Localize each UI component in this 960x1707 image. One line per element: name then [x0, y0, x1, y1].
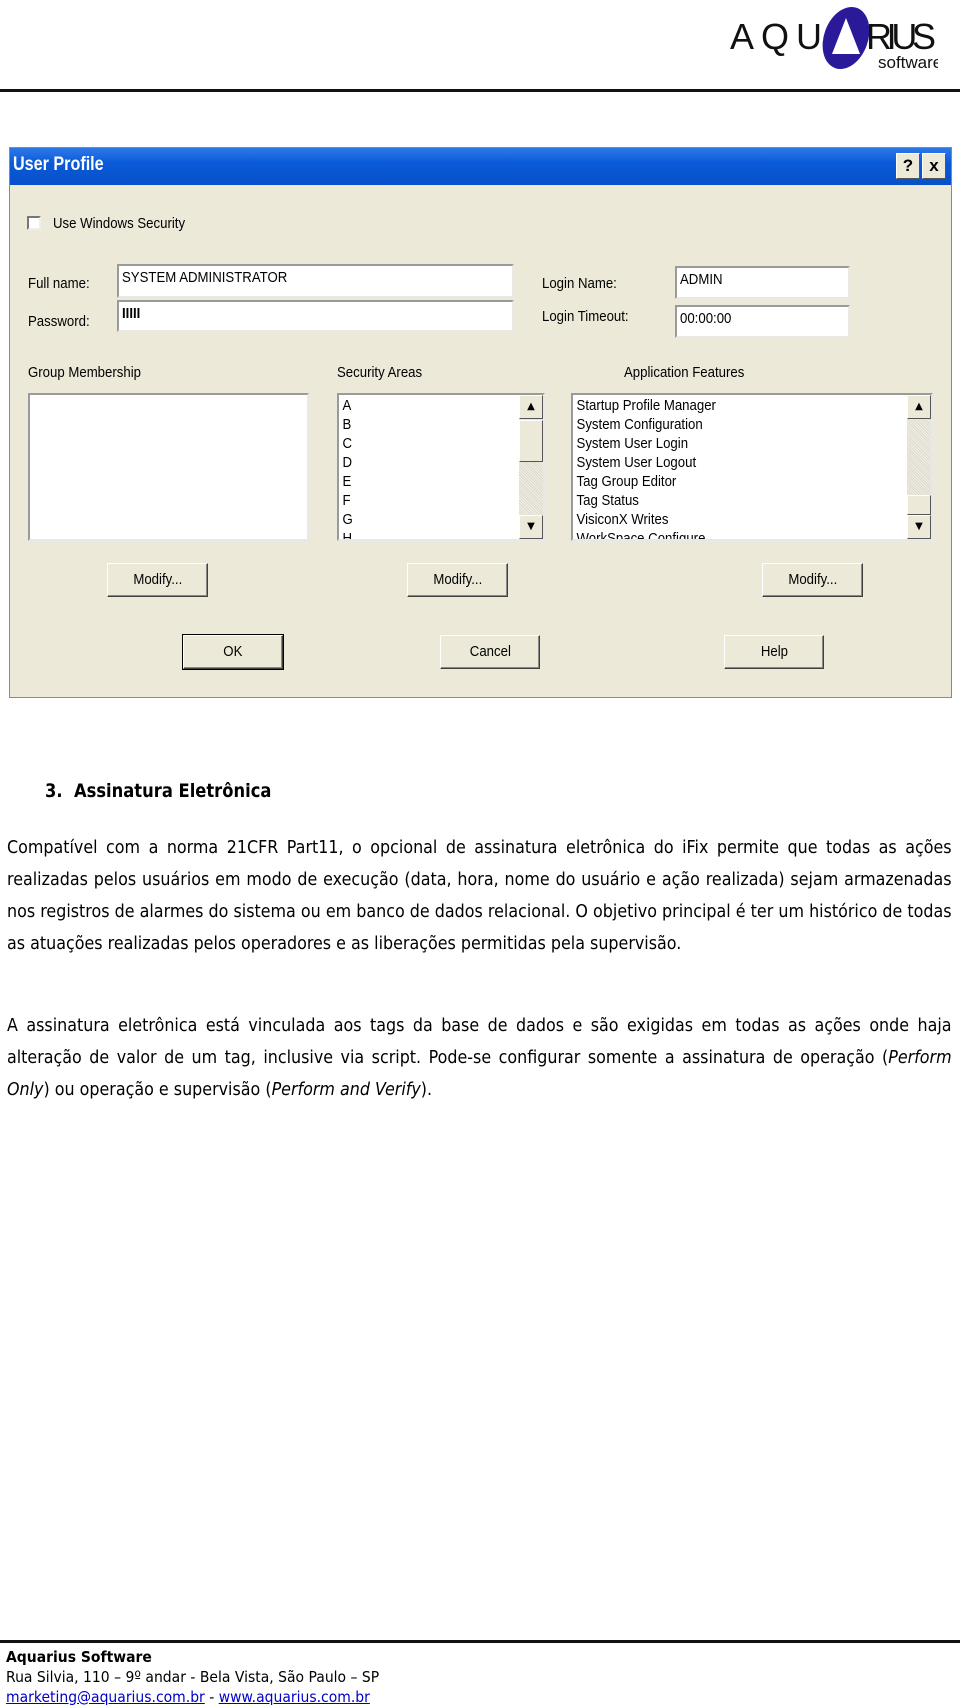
- login-timeout-input[interactable]: 00:00:00: [675, 305, 850, 338]
- security-areas-list[interactable]: ABCDEFGH ▲ ▼: [337, 393, 545, 541]
- footer-divider: [0, 1640, 960, 1643]
- aquarius-logo: AQU RIUS software: [730, 7, 938, 72]
- separator: -: [204, 1688, 219, 1706]
- login-name-value: ADMIN: [680, 271, 723, 288]
- full-name-input[interactable]: SYSTEM ADMINISTRATOR: [117, 264, 514, 298]
- login-timeout-label: Login Timeout:: [542, 308, 629, 325]
- dialog-titlebar: User Profile ? x: [10, 148, 951, 185]
- application-features-scrollbar[interactable]: ▲ ▼: [907, 395, 931, 539]
- login-name-input[interactable]: ADMIN: [675, 266, 850, 299]
- modify-label: Modify...: [433, 571, 482, 588]
- p2-text: A assinatura eletrônica está vinculada a…: [7, 1016, 952, 1068]
- list-item[interactable]: System User Logout: [573, 454, 888, 473]
- modify-group-button[interactable]: Modify...: [107, 563, 208, 597]
- footer: Aquarius Software Rua Silvia, 110 – 9º a…: [6, 1647, 379, 1707]
- modify-label: Modify...: [788, 571, 837, 588]
- list-item[interactable]: Tag Status: [573, 492, 888, 511]
- password-value: IIIII: [122, 305, 141, 322]
- login-timeout-value: 00:00:00: [680, 310, 732, 327]
- full-name-value: SYSTEM ADMINISTRATOR: [122, 269, 288, 286]
- svg-text:AQU: AQU: [730, 16, 822, 57]
- paragraph-2: A assinatura eletrônica está vinculada a…: [7, 1010, 952, 1106]
- list-item[interactable]: D: [339, 454, 519, 473]
- list-item[interactable]: E: [339, 473, 519, 492]
- modify-features-button[interactable]: Modify...: [762, 563, 863, 597]
- password-input[interactable]: IIIII: [117, 300, 514, 332]
- paragraph-1: Compatível com a norma 21CFR Part11, o o…: [7, 838, 952, 954]
- footer-address: Rua Silvia, 110 – 9º andar - Bela Vista,…: [6, 1668, 380, 1686]
- scroll-thumb[interactable]: [907, 495, 931, 515]
- svg-text:RIUS: RIUS: [866, 16, 936, 57]
- group-membership-label: Group Membership: [28, 364, 141, 381]
- scroll-up-icon[interactable]: ▲: [907, 395, 931, 419]
- p2-text: ) ou operação e supervisão (: [43, 1080, 272, 1100]
- list-item[interactable]: Startup Profile Manager: [573, 397, 888, 416]
- help-label: Help: [760, 643, 788, 660]
- scroll-down-icon[interactable]: ▼: [519, 515, 543, 539]
- security-areas-scrollbar[interactable]: ▲ ▼: [519, 395, 543, 539]
- application-features-list[interactable]: Startup Profile Manager System Configurat…: [571, 393, 933, 541]
- list-item[interactable]: G: [339, 511, 519, 530]
- scroll-thumb[interactable]: [519, 420, 543, 462]
- list-item[interactable]: H: [339, 530, 519, 539]
- list-item[interactable]: System Configuration: [573, 416, 888, 435]
- full-name-label: Full name:: [28, 275, 90, 292]
- application-features-label: Application Features: [624, 364, 745, 381]
- help-button[interactable]: Help: [724, 635, 824, 669]
- scroll-up-icon[interactable]: ▲: [519, 395, 543, 419]
- list-item[interactable]: B: [339, 416, 519, 435]
- dialog-title: User Profile: [13, 154, 104, 175]
- list-item[interactable]: WorkSpace Configure: [573, 530, 888, 539]
- email-link[interactable]: marketing@aquarius.com.br: [6, 1688, 205, 1706]
- modify-security-button[interactable]: Modify...: [407, 563, 508, 597]
- ok-button[interactable]: OK: [182, 634, 284, 670]
- group-membership-list[interactable]: [28, 393, 309, 541]
- footer-company: Aquarius Software: [6, 1648, 152, 1666]
- scroll-down-icon[interactable]: ▼: [907, 515, 931, 539]
- use-windows-security-label: Use Windows Security: [53, 215, 186, 232]
- login-name-label: Login Name:: [542, 275, 617, 292]
- modify-label: Modify...: [133, 571, 182, 588]
- ok-label: OK: [223, 643, 243, 660]
- use-windows-security-checkbox[interactable]: [27, 216, 41, 230]
- cancel-button[interactable]: Cancel: [440, 635, 540, 669]
- p2-text: ).: [420, 1080, 433, 1100]
- close-button[interactable]: x: [922, 153, 946, 179]
- website-link[interactable]: www.aquarius.com.br: [219, 1688, 370, 1706]
- security-areas-label: Security Areas: [337, 364, 423, 381]
- header-divider: [0, 89, 960, 92]
- list-item[interactable]: F: [339, 492, 519, 511]
- help-title-button[interactable]: ?: [896, 153, 920, 179]
- password-label: Password:: [28, 313, 90, 330]
- list-item[interactable]: System User Login: [573, 435, 888, 454]
- list-item[interactable]: Tag Group Editor: [573, 473, 888, 492]
- list-item[interactable]: A: [339, 397, 519, 416]
- list-item[interactable]: C: [339, 435, 519, 454]
- user-profile-dialog: User Profile ? x Use Windows Security Fu…: [9, 147, 952, 698]
- cancel-label: Cancel: [469, 643, 511, 660]
- section-heading: 3. Assinatura Eletrônica: [45, 780, 272, 802]
- list-item[interactable]: VisiconX Writes: [573, 511, 888, 530]
- perform-and-verify: Perform and Verify: [271, 1080, 421, 1100]
- svg-text:software: software: [878, 53, 938, 72]
